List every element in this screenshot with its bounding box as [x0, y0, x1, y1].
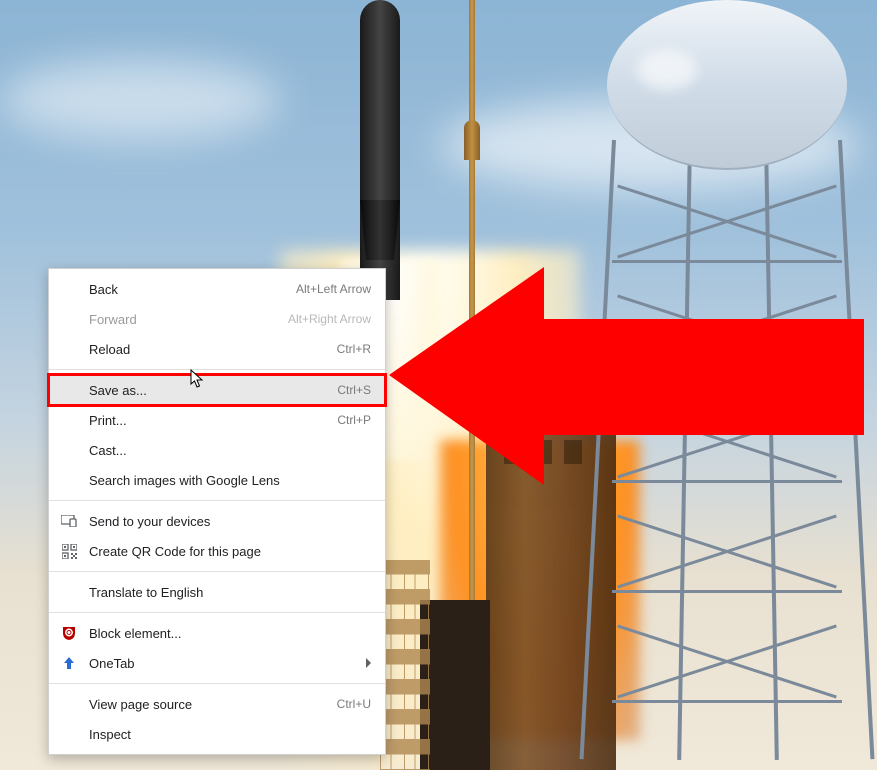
menu-item-view-source[interactable]: View page source Ctrl+U — [49, 689, 385, 719]
menu-item-shortcut: Alt+Left Arrow — [296, 282, 371, 296]
menu-item-label: Inspect — [89, 727, 371, 742]
menu-item-reload[interactable]: Reload Ctrl+R — [49, 334, 385, 364]
menu-item-label: Block element... — [89, 626, 371, 641]
menu-item-cast[interactable]: Cast... — [49, 435, 385, 465]
menu-item-shortcut: Ctrl+R — [337, 342, 371, 356]
context-menu: Back Alt+Left Arrow Forward Alt+Right Ar… — [48, 268, 386, 755]
ublock-icon — [60, 624, 78, 642]
menu-item-label: Cast... — [89, 443, 371, 458]
menu-divider — [49, 683, 385, 684]
rocket — [340, 0, 420, 300]
menu-item-search-lens[interactable]: Search images with Google Lens — [49, 465, 385, 495]
cloud — [0, 60, 280, 140]
menu-item-back[interactable]: Back Alt+Left Arrow — [49, 274, 385, 304]
menu-item-label: Translate to English — [89, 585, 371, 600]
structure — [420, 600, 490, 770]
qr-icon — [60, 542, 78, 560]
devices-icon — [60, 512, 78, 530]
menu-divider — [49, 571, 385, 572]
menu-item-label: Create QR Code for this page — [89, 544, 371, 559]
water-tower — [607, 0, 847, 770]
menu-item-label: Search images with Google Lens — [89, 473, 371, 488]
menu-divider — [49, 612, 385, 613]
menu-item-shortcut: Ctrl+S — [337, 383, 371, 397]
menu-item-inspect[interactable]: Inspect — [49, 719, 385, 749]
menu-item-block-element[interactable]: Block element... — [49, 618, 385, 648]
menu-item-send-devices[interactable]: Send to your devices — [49, 506, 385, 536]
menu-item-print[interactable]: Print... Ctrl+P — [49, 405, 385, 435]
menu-item-shortcut: Alt+Right Arrow — [288, 312, 371, 326]
menu-item-label: View page source — [89, 697, 337, 712]
menu-item-onetab[interactable]: OneTab — [49, 648, 385, 678]
menu-item-qr-code[interactable]: Create QR Code for this page — [49, 536, 385, 566]
menu-item-label: Print... — [89, 413, 337, 428]
menu-item-label: Forward — [89, 312, 288, 327]
menu-item-label: Reload — [89, 342, 337, 357]
lightning-rod-tip — [464, 120, 480, 160]
menu-item-forward: Forward Alt+Right Arrow — [49, 304, 385, 334]
menu-divider — [49, 500, 385, 501]
menu-item-shortcut: Ctrl+P — [337, 413, 371, 427]
menu-item-label: Back — [89, 282, 296, 297]
onetab-icon — [60, 654, 78, 672]
menu-item-label: Send to your devices — [89, 514, 371, 529]
menu-item-translate[interactable]: Translate to English — [49, 577, 385, 607]
menu-divider — [49, 369, 385, 370]
menu-item-label: OneTab — [89, 656, 366, 671]
lattice-tower — [380, 560, 430, 770]
menu-item-shortcut: Ctrl+U — [337, 697, 371, 711]
submenu-arrow-icon — [366, 658, 371, 668]
menu-item-save-as[interactable]: Save as... Ctrl+S — [49, 375, 385, 405]
menu-item-label: Save as... — [89, 383, 337, 398]
launch-tower — [486, 330, 616, 770]
